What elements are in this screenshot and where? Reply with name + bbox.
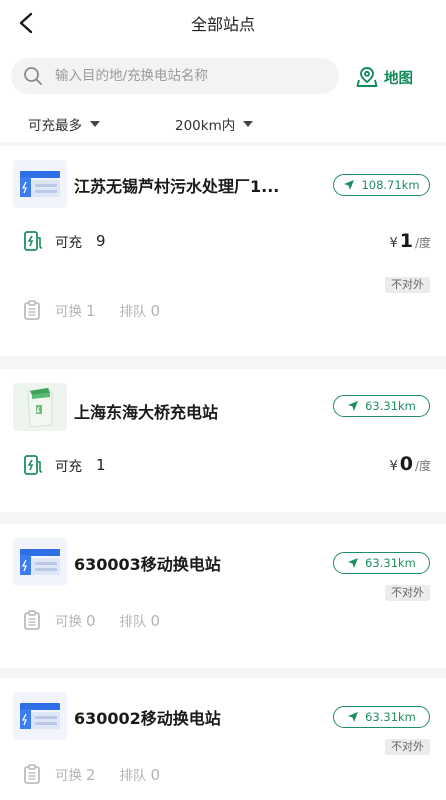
price: ¥ 0 /度 [389,453,431,475]
distance-badge[interactable]: 63.31km [333,395,430,417]
price-unit: /度 [414,236,431,250]
sort-filter-label: 可充最多 [28,118,82,134]
swap-station-icon [13,692,67,740]
queue-count: 0 [150,766,161,784]
swap-station-icon [13,538,67,586]
range-filter[interactable]: 200km内 [175,114,254,134]
clipboard-icon [24,300,40,320]
swap-count: 0 [86,612,96,630]
swap-label: 可换 [55,768,82,784]
not-public-badge: 不对外 [385,277,430,293]
filter-bar: 可充最多 200km内 [0,106,446,142]
distance-badge[interactable]: 63.31km [333,706,430,728]
charge-count: 1 [96,456,106,474]
price-value: 0 [399,453,413,475]
back-button[interactable] [12,9,40,37]
navigation-arrow-icon [348,558,359,568]
navigation-arrow-icon [348,712,359,722]
navigation-arrow-icon [344,180,355,190]
not-public-badge: 不对外 [385,585,430,601]
swap-station-icon [13,160,67,208]
queue-label: 排队 [119,614,147,630]
page-title: 全部站点 [190,15,255,34]
clipboard-icon [24,764,40,784]
station-card[interactable]: 630002移动换电站 63.31km 不对外 可换 2 排队 0 [0,678,446,800]
station-card[interactable]: 江苏无锡芦村污水处理厂1... 108.71km 可充 9 ¥ 1 /度 不对外 [0,146,446,356]
queue-count: 0 [150,302,161,320]
charge-info: 可充 9 [23,230,106,252]
search-input[interactable] [55,68,315,84]
swap-label: 可换 [55,304,82,320]
queue-label: 排队 [119,768,147,784]
charger-icon [24,231,43,251]
distance-value: 63.31km [365,399,416,413]
range-filter-label: 200km内 [175,118,236,134]
station-name: 江苏无锡芦村污水处理厂1... [74,177,280,196]
swap-info: 可换 1 排队 0 [23,300,160,320]
charging-station-icon [13,383,67,431]
swap-count: 2 [86,766,96,784]
not-public-badge: 不对外 [385,739,430,755]
search-box[interactable] [11,58,339,94]
top-nav-bar: 全部站点 [0,0,446,46]
distance-value: 108.71km [361,178,420,192]
map-button-label: 地图 [384,70,413,87]
navigation-arrow-icon [348,401,359,411]
swap-label: 可换 [55,614,82,630]
price: ¥ 1 /度 [389,230,431,252]
clipboard-icon [24,610,40,630]
triangle-down-icon [90,121,100,127]
currency-symbol: ¥ [389,236,398,251]
price-value: 1 [399,230,413,252]
charge-info: 可充 1 [23,454,106,476]
station-name: 上海东海大桥充电站 [74,403,219,422]
station-name: 630002移动换电站 [74,709,221,728]
triangle-down-icon [243,121,254,127]
map-button[interactable]: 地图 [356,64,413,90]
sort-filter[interactable]: 可充最多 [28,114,100,134]
chevron-left-icon [19,12,33,34]
map-pin-icon [356,67,378,87]
search-icon [24,67,42,85]
distance-value: 63.31km [365,710,416,724]
currency-symbol: ¥ [389,459,398,474]
charge-label: 可充 [55,459,82,475]
station-card[interactable]: 630003移动换电站 63.31km 不对外 可换 0 排队 0 [0,524,446,668]
distance-badge[interactable]: 63.31km [333,552,430,574]
queue-count: 0 [150,612,161,630]
distance-badge[interactable]: 108.71km [333,174,430,196]
charge-label: 可充 [55,235,82,251]
swap-info: 可换 0 排队 0 [23,610,160,630]
charge-count: 9 [96,232,106,250]
station-card[interactable]: 上海东海大桥充电站 63.31km 可充 1 ¥ 0 /度 [0,369,446,512]
charger-icon [24,455,43,475]
price-unit: /度 [414,459,431,473]
search-bar: 地图 [0,46,446,106]
distance-value: 63.31km [365,556,416,570]
swap-count: 1 [86,302,96,320]
queue-label: 排队 [119,304,147,320]
swap-info: 可换 2 排队 0 [23,764,160,784]
station-name: 630003移动换电站 [74,555,221,574]
